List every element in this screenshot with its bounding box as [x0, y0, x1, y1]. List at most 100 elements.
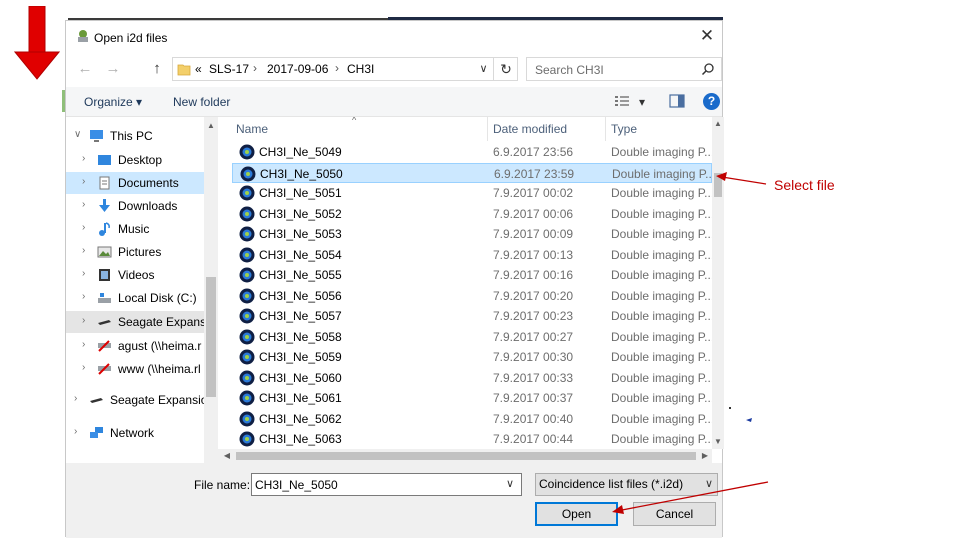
back-button[interactable]: ←	[74, 59, 96, 79]
sidebar-item-desktop[interactable]: › Desktop	[66, 149, 204, 171]
column-header-type[interactable]: Type	[607, 117, 712, 141]
sidebar-item-label: Seagate Expansio	[118, 315, 204, 329]
view-options-icon[interactable]	[614, 94, 630, 108]
sidebar-item-agust-network-drive[interactable]: › agust (\\heima.r	[66, 335, 204, 357]
table-row[interactable]: CH3I_Ne_5051 7.9.2017 00:02 Double imaging…	[232, 183, 712, 203]
help-button[interactable]: ?	[703, 93, 720, 110]
table-row[interactable]: CH3I_Ne_5050 6.9.2017 23:59 Double imaging…	[232, 162, 712, 183]
file-type-cell: Double imaging P...	[611, 329, 712, 344]
file-list-scrollbar[interactable]: ▲ ▼	[712, 117, 724, 449]
scroll-down-arrow-icon[interactable]: ▼	[712, 435, 724, 449]
expand-chevron-icon[interactable]: ›	[74, 393, 77, 404]
scroll-up-arrow-icon[interactable]: ▲	[204, 119, 218, 133]
scroll-right-arrow-icon[interactable]: ▶	[698, 449, 712, 463]
file-date-cell: 7.9.2017 00:33	[493, 370, 574, 385]
expand-chevron-icon[interactable]: ›	[82, 268, 85, 279]
table-row[interactable]: CH3I_Ne_5052 7.9.2017 00:06 Double imaging…	[232, 204, 712, 224]
sidebar-item-network[interactable]: › Network	[66, 422, 204, 444]
scrollbar-thumb[interactable]	[206, 277, 216, 397]
sidebar-item-seagate-expansion[interactable]: › Seagate Expansio	[66, 311, 204, 333]
expand-chevron-icon[interactable]: ›	[82, 199, 85, 210]
file-date-cell: 7.9.2017 00:37	[493, 391, 574, 405]
sidebar-item-seagate-expansion-root[interactable]: › Seagate Expansion	[66, 389, 204, 411]
sidebar-item-music[interactable]: › Music	[66, 218, 204, 240]
network-drive-icon	[98, 340, 111, 352]
table-row[interactable]: CH3I_Ne_5053 7.9.2017 00:09 Double imaging…	[232, 224, 712, 244]
file-name-cell: CH3I_Ne_5059	[259, 350, 342, 364]
refresh-button[interactable]: ↻	[494, 57, 518, 81]
table-row[interactable]: CH3I_Ne_5060 7.9.2017 00:33 Double imaging…	[232, 368, 712, 388]
scrollbar-thumb[interactable]	[714, 173, 722, 197]
expand-chevron-icon[interactable]: ›	[82, 245, 85, 256]
scroll-left-arrow-icon[interactable]: ◀	[220, 449, 234, 463]
expand-chevron-icon[interactable]: ›	[82, 176, 85, 187]
view-dropdown-button[interactable]: ▾	[639, 95, 645, 109]
close-button[interactable]: ✕	[692, 23, 722, 49]
sidebar-item-www-network-drive[interactable]: › www (\\heima.rl	[66, 358, 204, 380]
up-button[interactable]: ↑	[146, 59, 168, 79]
collapse-chevron-icon[interactable]: ∨	[74, 129, 81, 140]
table-row[interactable]: CH3I_Ne_5056 7.9.2017 00:20 Double imaging…	[232, 286, 712, 306]
sidebar-item-local-disk[interactable]: › Local Disk (C:)	[66, 287, 204, 309]
sidebar-item-label: Local Disk (C:)	[118, 291, 197, 305]
table-row[interactable]: CH3I_Ne_5054 7.9.2017 00:13 Double imaging…	[232, 245, 712, 265]
sidebar-item-label: Pictures	[118, 245, 162, 259]
sidebar-item-videos[interactable]: › Videos	[66, 264, 204, 286]
i2d-file-icon	[239, 431, 255, 447]
breadcrumb-ch3i[interactable]: CH3I	[347, 62, 374, 76]
column-header-name[interactable]: Name	[232, 117, 488, 141]
breadcrumb-separator[interactable]: ›	[335, 61, 339, 75]
table-row[interactable]: CH3I_Ne_5059 7.9.2017 00:30 Double imaging…	[232, 347, 712, 367]
pictures-icon	[97, 246, 112, 258]
address-dropdown-button[interactable]: ∨	[474, 57, 494, 81]
sidebar-item-downloads[interactable]: › Downloads	[66, 195, 204, 217]
file-name-label: File name:	[194, 478, 251, 492]
command-bar: Organize ▾ New folder ▾ ?	[66, 87, 722, 117]
organize-button[interactable]: Organize ▾	[84, 95, 142, 109]
scroll-up-arrow-icon[interactable]: ▲	[712, 117, 724, 131]
open-button[interactable]: Open	[535, 502, 618, 526]
expand-chevron-icon[interactable]: ›	[74, 426, 77, 437]
table-row[interactable]: CH3I_Ne_5057 7.9.2017 00:23 Double imaging…	[232, 306, 712, 326]
file-type-select[interactable]: Coincidence list files (*.i2d) ∨	[535, 473, 718, 496]
sidebar-item-pictures[interactable]: › Pictures	[66, 241, 204, 263]
expand-chevron-icon[interactable]: ›	[82, 222, 85, 233]
breadcrumb-sls-17[interactable]: SLS-17	[209, 62, 249, 76]
search-icon[interactable]	[701, 62, 715, 76]
red-down-arrow-icon	[14, 6, 60, 80]
breadcrumb-separator[interactable]: ›	[253, 61, 257, 75]
folder-icon	[177, 64, 191, 76]
table-row[interactable]: CH3I_Ne_5063 7.9.2017 00:44 Double imaging…	[232, 429, 712, 449]
breadcrumb-overflow[interactable]: «	[195, 62, 202, 76]
sidebar-item-label: agust (\\heima.r	[118, 339, 202, 353]
expand-chevron-icon[interactable]: ›	[82, 362, 85, 373]
file-name-dropdown-button[interactable]: ∨	[506, 477, 514, 490]
address-bar[interactable]: « SLS-17 › 2017-09-06 › CH3I	[172, 57, 518, 81]
expand-chevron-icon[interactable]: ›	[82, 339, 85, 350]
column-header-date-modified[interactable]: Date modified	[489, 117, 606, 141]
i2d-file-icon	[239, 370, 255, 385]
breadcrumb-2017-09-06[interactable]: 2017-09-06	[267, 62, 328, 76]
search-input[interactable]: Search CH3I	[535, 63, 604, 77]
preview-pane-icon[interactable]	[669, 94, 685, 108]
scrollbar-thumb[interactable]	[236, 452, 696, 460]
forward-button[interactable]: →	[102, 59, 124, 79]
horizontal-scrollbar[interactable]: ◀ ▶	[218, 449, 712, 463]
expand-chevron-icon[interactable]: ›	[82, 153, 85, 164]
table-row[interactable]: CH3I_Ne_5062 7.9.2017 00:40 Double imaging…	[232, 409, 712, 429]
new-folder-button[interactable]: New folder	[173, 95, 230, 109]
navigation-pane-scrollbar[interactable]: ▲	[204, 117, 218, 463]
file-name-input[interactable]	[251, 473, 522, 496]
expand-chevron-icon[interactable]: ›	[82, 315, 85, 326]
table-row[interactable]: CH3I_Ne_5061 7.9.2017 00:37 Double imaging…	[232, 388, 712, 408]
table-row[interactable]: CH3I_Ne_5055 7.9.2017 00:16 Double imaging…	[232, 265, 712, 285]
cancel-button[interactable]: Cancel	[633, 502, 716, 526]
expand-chevron-icon[interactable]: ›	[82, 291, 85, 302]
table-row[interactable]: CH3I_Ne_5058 7.9.2017 00:27 Double imaging…	[232, 327, 712, 347]
sidebar-item-this-pc[interactable]: ∨ This PC	[66, 125, 204, 147]
sidebar-item-documents[interactable]: › Documents	[66, 172, 204, 194]
file-type-cell: Double imaging P...	[611, 268, 712, 282]
chevron-down-icon[interactable]: ∨	[705, 474, 713, 495]
table-row[interactable]: CH3I_Ne_5049 6.9.2017 23:56 Double imaging…	[232, 142, 712, 162]
search-box[interactable]: Search CH3I	[526, 57, 722, 81]
